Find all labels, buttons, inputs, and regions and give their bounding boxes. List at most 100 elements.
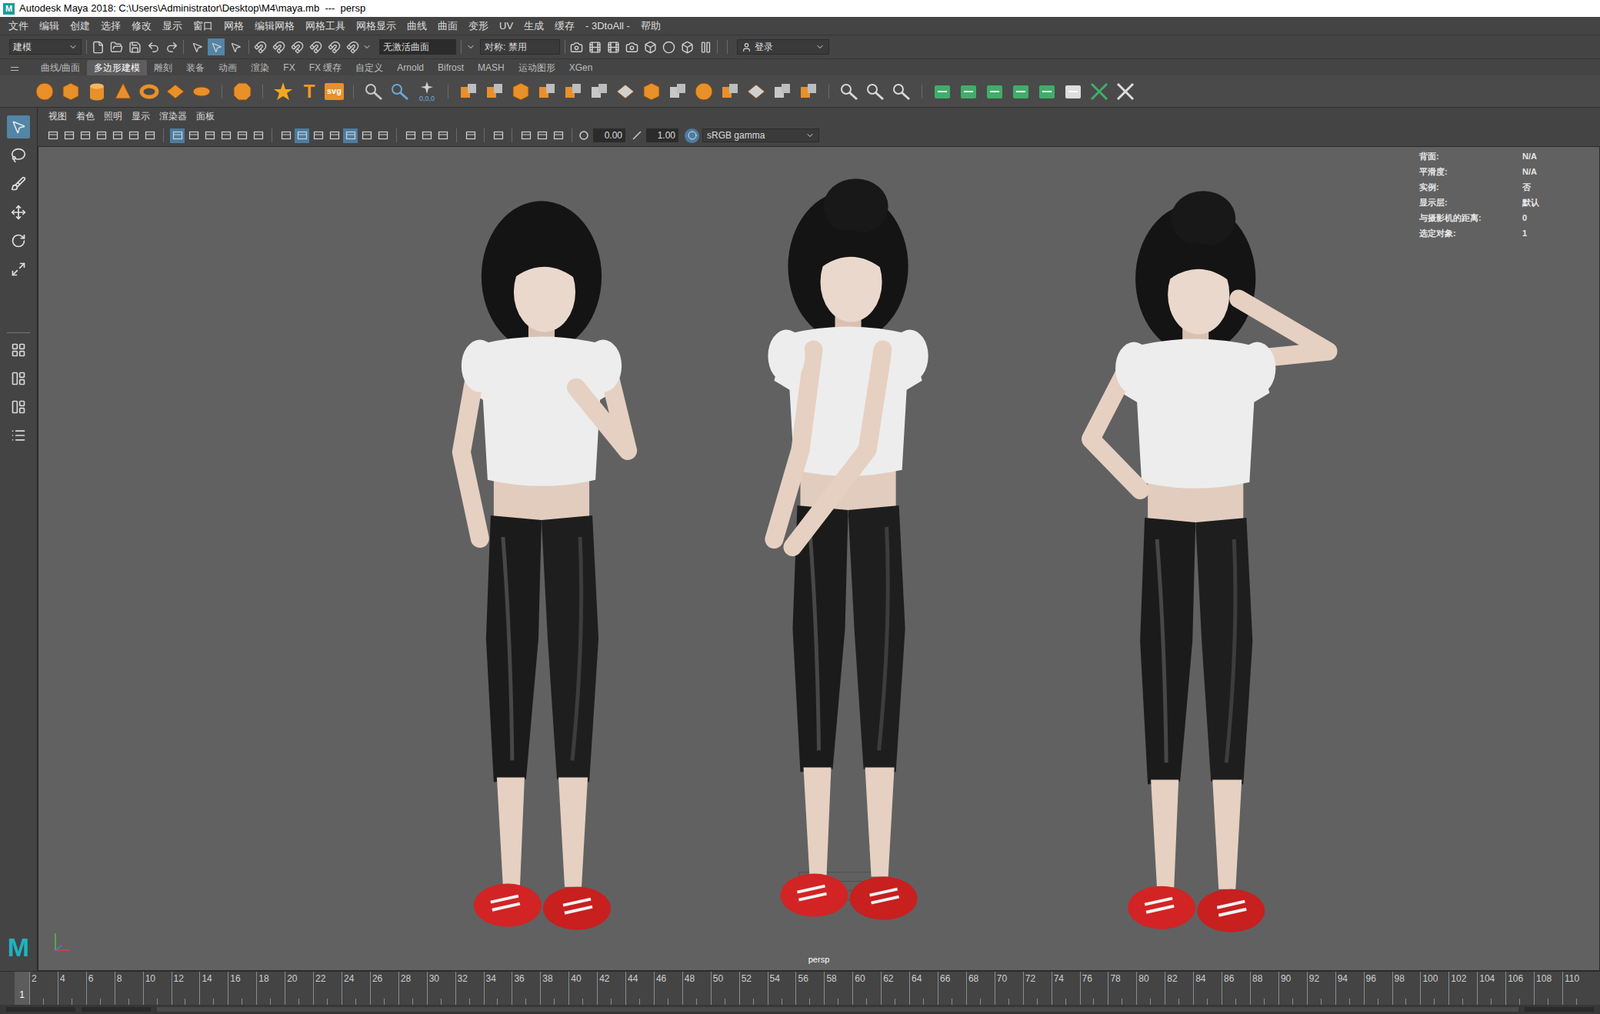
shelf-tab[interactable]: 运动图形 [511,60,563,76]
character-figure[interactable] [767,178,928,920]
shelf-tool-icon[interactable] [164,80,187,103]
menu-item[interactable]: 网格显示 [350,18,402,34]
shelf-tool-icon[interactable] [931,80,954,103]
shelf-tool-icon[interactable] [745,80,767,103]
panel-toggle[interactable] [534,128,550,144]
menu-item[interactable]: 曲线 [401,18,433,34]
file-action-icon[interactable] [146,40,160,54]
render-icon[interactable] [699,40,713,54]
surface-field[interactable]: 无激活曲面 [379,39,457,55]
menu-item[interactable]: 修改 [126,18,157,34]
select-mode-toggle[interactable] [226,38,244,56]
select-mode-toggle[interactable] [207,38,225,56]
menu-item[interactable]: 文件 [3,18,34,34]
panel-toggle[interactable] [550,128,566,144]
snap-icon[interactable] [272,40,286,54]
menu-item[interactable]: 缓存 [549,18,580,34]
shelf-tool-icon[interactable] [231,80,254,103]
shelf-tool-icon[interactable] [190,80,213,103]
shelf-tab[interactable]: 曲线/曲面 [33,60,87,76]
shelf-tool-icon[interactable] [983,80,1006,103]
panel-toggle[interactable] [435,128,450,144]
shelf-tool-icon[interactable] [60,80,82,103]
current-frame[interactable]: 1 [14,971,30,1005]
gamma-field[interactable]: 1.00 [646,128,679,143]
menu-item[interactable]: 变形 [463,18,494,34]
render-icon[interactable] [680,40,694,54]
shelf-tool-icon[interactable] [1010,80,1032,103]
panel-toggle[interactable] [250,128,266,144]
panel-toggle[interactable] [359,128,374,144]
panel-toggle[interactable] [343,128,358,144]
panel-toggle[interactable] [326,128,342,144]
panel-toggle[interactable] [310,128,326,144]
chevron-down-icon[interactable] [362,42,372,52]
panel-toggle[interactable] [419,128,434,144]
snap-icon[interactable] [253,40,267,54]
render-icon[interactable] [570,40,584,54]
shelf-tool-icon[interactable] [864,80,887,103]
color-management-toggle[interactable] [684,128,700,144]
panel-menu-item[interactable]: 面板 [191,109,220,124]
menu-item[interactable]: 窗口 [187,18,219,34]
select-mode-toggle[interactable] [188,38,206,56]
panel-toggle[interactable] [218,128,234,144]
viewport-3d[interactable]: 背面:N/A平滑度:N/A实例:否显示层:默认与摄影机的距离:0选定对象:1pe… [37,146,1600,971]
shelf-tool-icon[interactable] [389,80,411,103]
shelf-tab[interactable]: 雕刻 [146,60,180,76]
panel-toggle[interactable] [93,128,109,144]
tool-button[interactable] [6,200,30,224]
shelf-tab[interactable]: FX [276,60,302,76]
panel-toggle[interactable] [518,128,534,144]
layout-button[interactable] [6,423,30,447]
shelf-tool-icon[interactable] [588,80,610,103]
tool-button[interactable] [6,143,30,167]
shelf-tool-icon[interactable] [112,80,134,103]
shelf-tool-icon[interactable] [771,80,794,103]
shelf-tool-icon[interactable] [562,80,584,103]
layout-button[interactable] [6,395,30,419]
panel-toggle[interactable] [294,128,310,144]
shelf-tool-icon[interactable] [1036,80,1058,103]
tool-button[interactable] [6,172,30,196]
panel-menu-item[interactable]: 显示 [126,109,155,124]
panel-menu-item[interactable]: 照明 [99,109,127,124]
shelf-tool-icon[interactable] [719,80,741,103]
tool-button[interactable] [6,115,30,139]
shelf-tab[interactable]: 自定义 [348,60,390,76]
file-action-icon[interactable] [165,40,179,54]
panel-toggle[interactable] [142,128,157,144]
panel-toggle[interactable] [490,128,506,144]
snap-icon[interactable] [290,40,304,54]
snap-icon[interactable] [346,40,360,54]
render-icon[interactable] [625,40,639,54]
panel-menu-item[interactable]: 视图 [43,109,72,124]
shelf-tool-icon[interactable] [457,80,480,103]
file-action-icon[interactable] [128,40,142,54]
shelf-tool-icon[interactable] [272,80,294,103]
panel-toggle[interactable] [375,128,390,144]
shelf-tool-icon[interactable] [1088,80,1110,103]
shelf-tool-icon[interactable] [1062,80,1084,103]
shelf-tool-icon[interactable] [838,80,860,103]
menu-item[interactable]: 生成 [518,18,550,34]
panel-toggle[interactable] [170,128,185,144]
text-tool-icon[interactable]: T [298,80,320,103]
render-icon[interactable] [662,40,676,54]
shelf-tool-icon[interactable] [693,80,715,103]
snap-icon[interactable] [327,40,341,54]
panel-toggle[interactable] [45,128,60,144]
panel-toggle[interactable] [61,128,77,144]
shelf-tool-icon[interactable] [363,80,385,103]
shelf-tab[interactable]: 多边形建模 [86,60,147,76]
shelf-tool-icon[interactable] [614,80,637,103]
render-icon[interactable] [588,40,602,54]
file-action-icon[interactable] [91,40,105,54]
panel-toggle[interactable] [110,128,125,144]
render-icon[interactable] [643,40,657,54]
panel-toggle[interactable] [234,128,250,144]
tool-button[interactable] [6,229,30,253]
panel-menu-item[interactable]: 渲染器 [154,109,192,124]
menu-item[interactable]: 创建 [64,18,96,34]
snap-icon[interactable] [309,40,323,54]
